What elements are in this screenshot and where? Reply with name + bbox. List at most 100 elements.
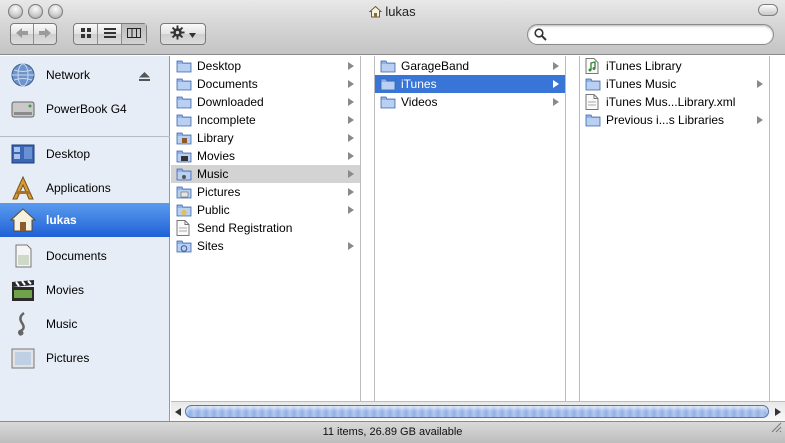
list-item-label: GarageBand bbox=[401, 59, 470, 73]
folder-icon bbox=[585, 76, 601, 92]
list-item[interactable]: GarageBand bbox=[375, 57, 565, 75]
list-view-icon bbox=[103, 27, 116, 41]
sidebar: Network PowerBook G4 Desktop Application… bbox=[0, 56, 170, 421]
list-item-label: Downloaded bbox=[197, 95, 264, 109]
list-item-label: Send Registration bbox=[197, 221, 293, 235]
list-item[interactable]: Desktop bbox=[171, 57, 360, 75]
list-item-label: Movies bbox=[197, 149, 236, 163]
list-item[interactable]: Pictures bbox=[171, 183, 360, 201]
list-item[interactable]: Previous i...s Libraries bbox=[580, 111, 769, 129]
sidebar-item-lukas[interactable]: lukas bbox=[0, 203, 170, 237]
column-view-button[interactable] bbox=[122, 24, 146, 44]
movies-icon bbox=[10, 277, 36, 303]
scroll-left-arrow-icon[interactable] bbox=[175, 408, 181, 416]
list-item-label: Previous i...s Libraries bbox=[606, 113, 725, 127]
back-arrow-icon bbox=[16, 27, 28, 41]
list-item[interactable]: iTunes Library bbox=[580, 57, 769, 75]
list-item[interactable]: Sites bbox=[171, 237, 360, 255]
sidebar-item-label: Documents bbox=[46, 249, 107, 263]
toolbar-toggle-button[interactable] bbox=[758, 4, 778, 16]
list-item[interactable]: Downloaded bbox=[171, 93, 360, 111]
sidebar-item-applications[interactable]: Applications bbox=[0, 171, 170, 204]
sidebar-item-label: Movies bbox=[46, 283, 85, 297]
desktop-icon bbox=[10, 141, 36, 167]
disclosure-arrow-icon bbox=[348, 116, 354, 124]
list-item[interactable]: Documents bbox=[171, 75, 360, 93]
sidebar-item-desktop[interactable]: Desktop bbox=[0, 137, 170, 170]
column-1-spacer bbox=[361, 56, 375, 401]
list-item[interactable]: Music bbox=[171, 165, 360, 183]
list-item-label: Videos bbox=[401, 95, 438, 109]
movies-folder-icon bbox=[176, 148, 192, 164]
back-button[interactable] bbox=[11, 24, 34, 44]
list-item[interactable]: iTunes Music bbox=[580, 75, 769, 93]
itunes-library-file-icon bbox=[585, 58, 601, 74]
home-icon bbox=[369, 5, 383, 21]
list-item-label: Music bbox=[197, 167, 229, 181]
list-item-label: Sites bbox=[197, 239, 224, 253]
horizontal-scrollbar[interactable] bbox=[171, 401, 785, 421]
sidebar-item-music[interactable]: Music bbox=[0, 307, 170, 340]
action-menu-button[interactable] bbox=[160, 23, 206, 45]
music-folder-icon bbox=[176, 166, 192, 182]
list-item-label: Library bbox=[197, 131, 234, 145]
sites-folder-icon bbox=[176, 238, 192, 254]
list-item-label: iTunes Mus...Library.xml bbox=[606, 95, 736, 109]
back-forward-control bbox=[10, 23, 57, 45]
disclosure-arrow-icon bbox=[348, 80, 354, 88]
folder-icon bbox=[176, 112, 192, 128]
disclosure-arrow-icon bbox=[348, 170, 354, 178]
disclosure-arrow-icon bbox=[348, 98, 354, 106]
folder-icon bbox=[380, 76, 396, 92]
sidebar-item-label: lukas bbox=[46, 213, 77, 227]
list-item[interactable]: iTunes bbox=[375, 75, 565, 93]
list-item-label: iTunes Library bbox=[606, 59, 682, 73]
scrollbar-thumb[interactable] bbox=[185, 405, 769, 418]
status-text: 11 items, 26.89 GB available bbox=[322, 426, 463, 438]
disclosure-arrow-icon bbox=[348, 242, 354, 250]
folder-icon bbox=[380, 58, 396, 74]
sidebar-item-label: Desktop bbox=[46, 147, 91, 161]
list-item[interactable]: Incomplete bbox=[171, 111, 360, 129]
search-field[interactable] bbox=[527, 24, 774, 45]
sidebar-item-label: Music bbox=[46, 317, 78, 331]
sidebar-item-pictures[interactable]: Pictures bbox=[0, 341, 170, 374]
list-item[interactable]: Videos bbox=[375, 93, 565, 111]
list-item[interactable]: Public bbox=[171, 201, 360, 219]
resize-grip-icon[interactable] bbox=[771, 420, 782, 440]
sidebar-item-network[interactable]: Network bbox=[0, 58, 170, 91]
sidebar-item-label: Pictures bbox=[46, 351, 90, 365]
column-1: Desktop Documents Downloaded Incomplete Libr… bbox=[171, 56, 370, 401]
column-2: GarageBandiTunesVideos|| bbox=[375, 56, 575, 401]
scroll-right-arrow-icon[interactable] bbox=[775, 408, 781, 416]
list-view-button[interactable] bbox=[98, 24, 122, 44]
list-item[interactable]: Send Registration bbox=[171, 219, 360, 237]
forward-arrow-icon bbox=[39, 27, 51, 41]
column-3: iTunes Library iTunes Music iTunes Mus...L… bbox=[580, 56, 779, 401]
icon-view-button[interactable] bbox=[74, 24, 98, 44]
sidebar-item-label: Network bbox=[46, 68, 91, 82]
column-view-icon bbox=[127, 27, 141, 41]
list-item[interactable]: Library bbox=[171, 129, 360, 147]
list-item-label: Documents bbox=[197, 77, 258, 91]
sidebar-item-documents[interactable]: Documents bbox=[0, 239, 170, 272]
sidebar-item-label: PowerBook G4 bbox=[46, 102, 127, 116]
hard-drive-icon bbox=[10, 96, 36, 122]
column-2-spacer bbox=[566, 56, 580, 401]
public-folder-icon bbox=[176, 202, 192, 218]
eject-icon[interactable] bbox=[139, 70, 150, 84]
sidebar-item-powerbook-g4[interactable]: PowerBook G4 bbox=[0, 92, 170, 125]
disclosure-arrow-icon bbox=[348, 152, 354, 160]
search-input[interactable] bbox=[550, 27, 765, 42]
sidebar-item-movies[interactable]: Movies bbox=[0, 273, 170, 306]
list-item[interactable]: iTunes Mus...Library.xml bbox=[580, 93, 769, 111]
forward-button[interactable] bbox=[34, 24, 56, 44]
list-item-label: Pictures bbox=[197, 185, 241, 199]
list-item-label: iTunes Music bbox=[606, 77, 677, 91]
gear-icon bbox=[170, 25, 185, 43]
folder-icon bbox=[380, 94, 396, 110]
pictures-folder-icon bbox=[176, 184, 192, 200]
pictures-icon bbox=[10, 345, 36, 371]
documents-icon bbox=[10, 243, 36, 269]
list-item[interactable]: Movies bbox=[171, 147, 360, 165]
